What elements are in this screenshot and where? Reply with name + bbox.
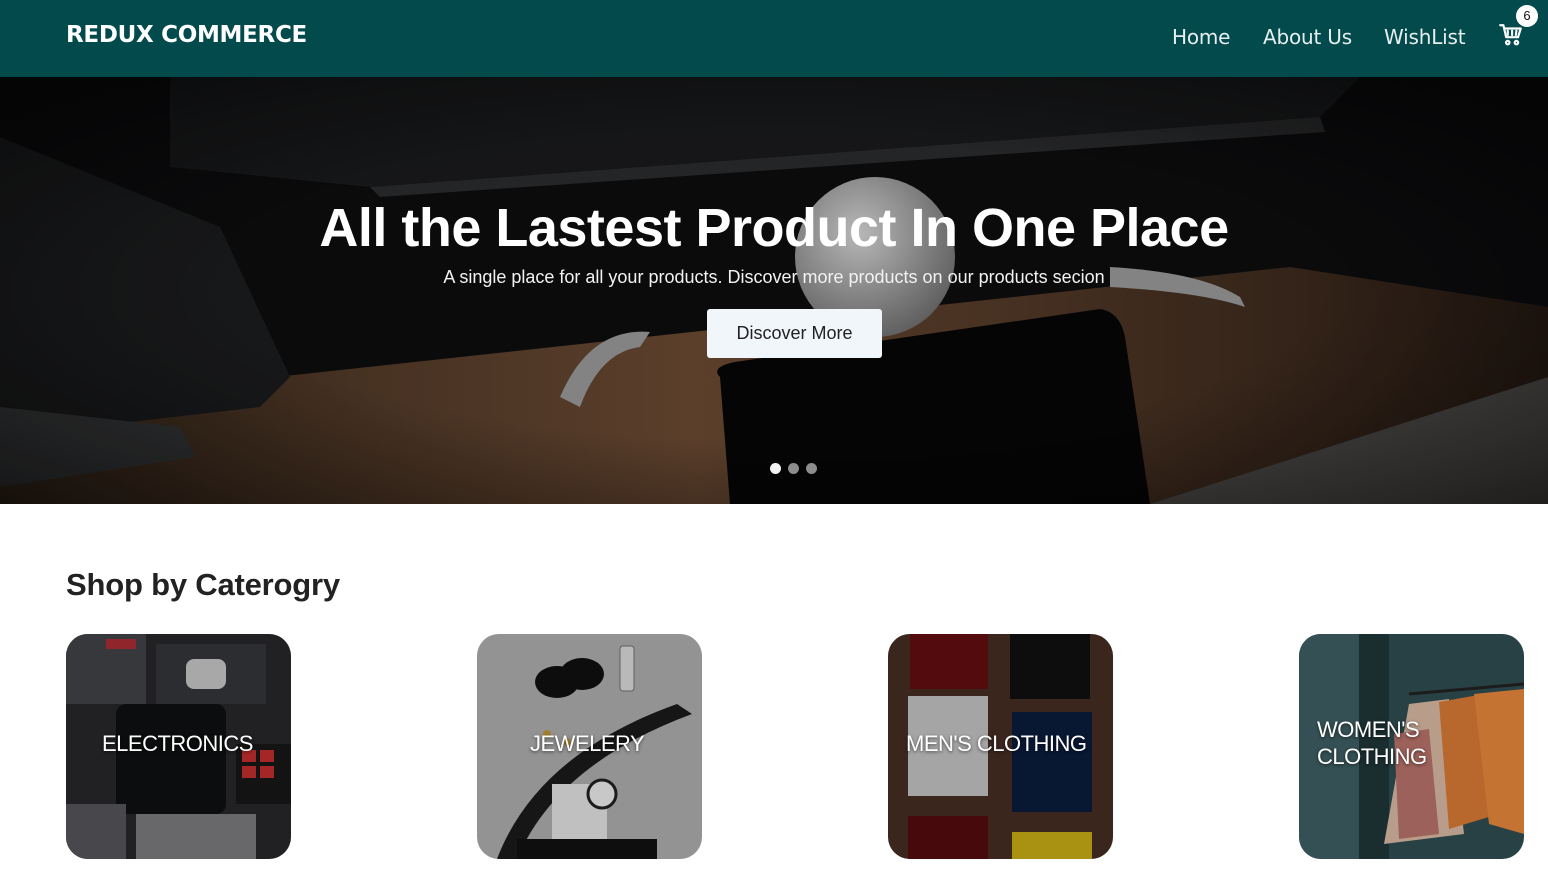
hero-carousel: All the Lastest Product In One Place A s… [0,77,1548,504]
carousel-dot-1[interactable] [770,463,781,474]
category-label: MEN'S CLOTHING [906,731,1087,756]
category-label-line1: WOMEN'S [1317,717,1420,742]
hero-background-image [0,77,1548,504]
category-card-jewelery[interactable]: JEWELERY [477,634,702,859]
cart-button[interactable] [1498,22,1526,50]
category-label: ELECTRONICS [102,731,253,756]
category-label: WOMEN'S CLOTHING [1317,716,1427,770]
nav-link-about-us[interactable]: About Us [1263,25,1352,49]
brand-logo[interactable]: REDUX COMMERCE [66,22,307,48]
hero-title: All the Lastest Product In One Place [319,198,1229,258]
nav-link-home[interactable]: Home [1172,25,1230,49]
cart-count-badge: 6 [1516,5,1538,27]
carousel-dot-2[interactable] [788,463,799,474]
category-label: JEWELERY [530,731,645,756]
category-card-mens-clothing[interactable]: MEN'S CLOTHING [888,634,1113,859]
hero-subtitle: A single place for all your products. Di… [443,267,1105,287]
category-card-electronics[interactable]: ELECTRONICS [66,634,291,859]
category-label-line2: CLOTHING [1317,744,1427,769]
shop-by-category-heading: Shop by Caterogry [66,567,340,602]
category-card-womens-clothing[interactable]: WOMEN'S CLOTHING [1299,634,1524,859]
navbar: REDUX COMMERCE Home About Us WishList 6 [0,0,1548,77]
carousel-dot-3[interactable] [806,463,817,474]
shopping-cart-icon [1499,24,1522,46]
nav-link-wishlist[interactable]: WishList [1384,25,1466,49]
discover-more-button[interactable]: Discover More [707,309,882,358]
